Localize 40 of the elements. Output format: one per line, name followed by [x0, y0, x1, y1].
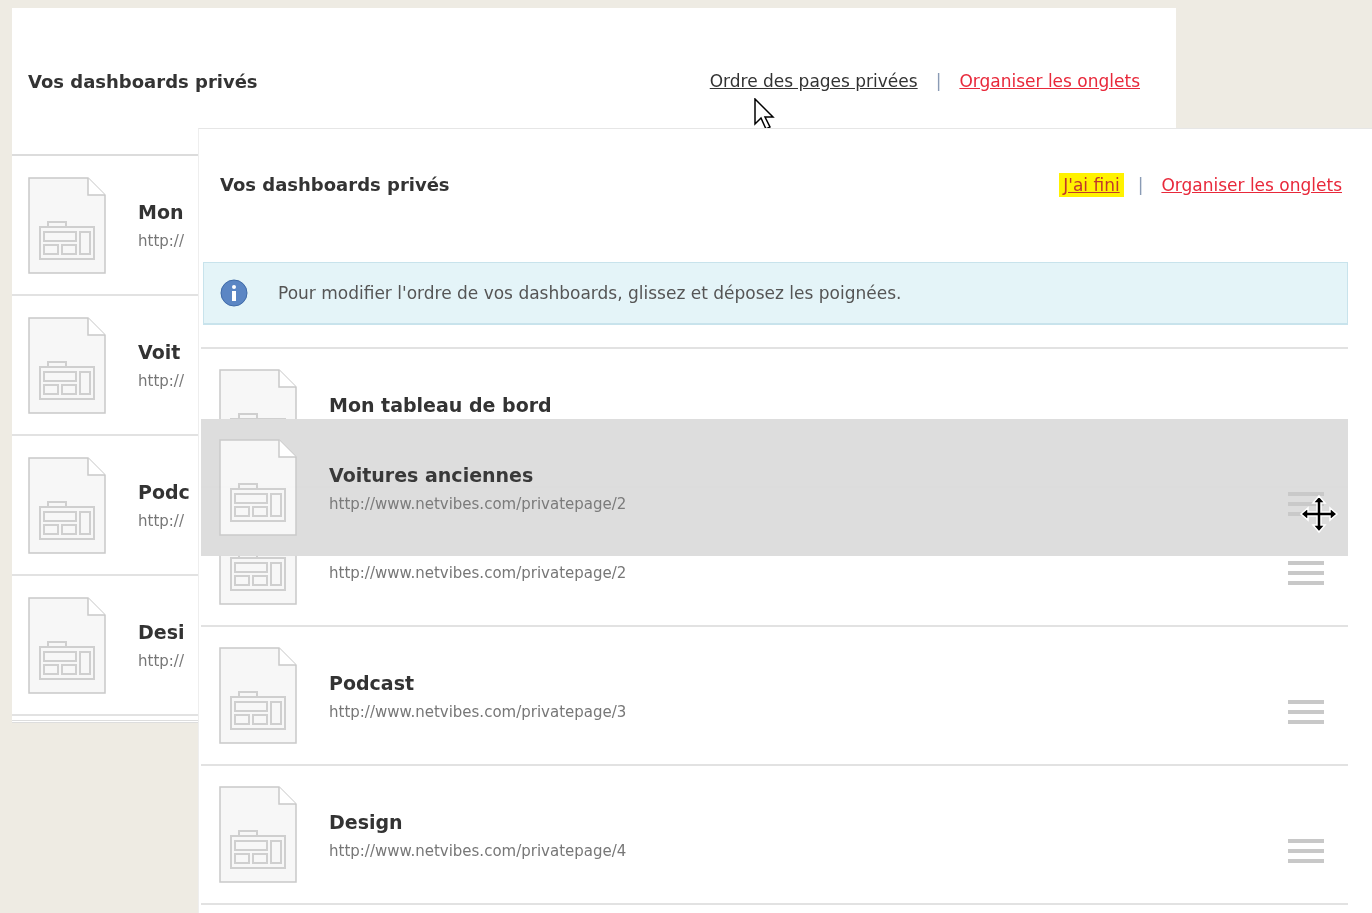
panel-title: Vos dashboards privés: [220, 174, 450, 195]
dashboard-title: Podcast: [329, 670, 416, 696]
dashboard-url: http://www.netvibes.com/privatepage/3: [329, 701, 628, 722]
dashboard-page-icon: [219, 647, 297, 744]
dashboard-title: Mon tableau de bord: [329, 392, 553, 418]
dashboard-page-icon: [28, 596, 106, 694]
dashboard-title: Podc: [138, 480, 190, 505]
drag-handle-icon[interactable]: [1288, 559, 1324, 586]
move-cursor-icon: [1299, 494, 1339, 534]
dashboard-url: http://: [138, 371, 184, 391]
dashboard-page-icon: [28, 316, 106, 414]
dashboard-url: http://www.netvibes.com/privatepage/2: [329, 493, 628, 514]
dashboard-page-icon: [219, 439, 297, 536]
dashboard-url: http://www.netvibes.com/privatepage/2: [329, 562, 628, 583]
done-link[interactable]: J'ai fini: [1059, 172, 1124, 197]
link[interactable]: Organiser les onglets: [955, 69, 1144, 93]
panel-title: Vos dashboards privés: [28, 70, 258, 92]
dashboard-title: Voitures anciennes: [329, 462, 535, 488]
dashboard-title: Design: [329, 809, 404, 835]
dashboard-page-icon: [28, 176, 106, 274]
dashboard-page-icon: [219, 786, 297, 883]
link[interactable]: Ordre des pages privées: [705, 69, 922, 93]
dashboard-title: Mon: [138, 200, 184, 225]
link-separator: |: [1137, 174, 1144, 195]
drag-handle-icon[interactable]: [1288, 698, 1324, 725]
dashboard-page-icon: [219, 369, 297, 419]
dashboard-url: http://www.netvibes.com/privatepage/4: [329, 840, 628, 861]
dashboard-url: http://: [138, 231, 184, 251]
info-text: Pour modifier l'ordre de vos dashboards, glissez et déposez les poignées.: [278, 283, 902, 303]
info-icon: [220, 279, 248, 307]
dashboard-page-icon: [219, 555, 297, 605]
dashboard-title: Voit: [138, 340, 182, 365]
drag-handle-icon[interactable]: [1288, 837, 1324, 864]
dashboard-url: http://: [138, 511, 185, 531]
dashboard-url: http://: [138, 651, 185, 671]
dashboard-page-icon: [28, 456, 106, 554]
dashboard-title: Desi: [138, 620, 185, 645]
dragged-row[interactable]: Voitures anciennes http://www.netvibes.com/privatepage/2: [201, 419, 1348, 556]
link[interactable]: Organiser les onglets: [1157, 172, 1346, 197]
link-separator: |: [935, 71, 942, 91]
